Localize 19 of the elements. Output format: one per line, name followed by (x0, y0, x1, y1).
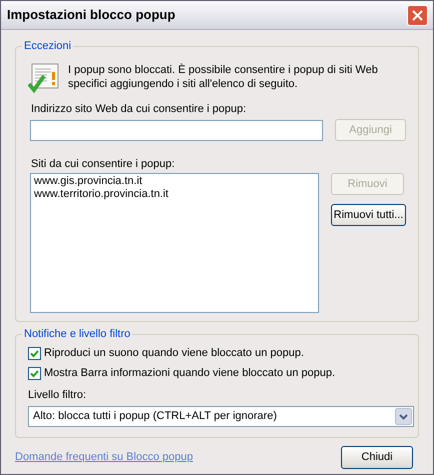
remove-all-button[interactable]: Rimuovi tutti... (331, 204, 406, 226)
site-item[interactable]: www.territorio.provincia.tn.it (34, 188, 168, 201)
sites-label: Siti da cui consentire i popup: (31, 157, 175, 171)
page-check-icon (28, 62, 60, 94)
close-dialog-button[interactable]: Chiudi (341, 446, 413, 469)
sites-list[interactable]: www.gis.provincia.tn.it www.territorio.provincia.tn.it (30, 173, 319, 313)
checkbox[interactable] (28, 366, 41, 380)
filter-dropdown[interactable]: Alto: blocca tutti i popup (CTRL+ALT per ignorare) (28, 406, 414, 427)
description-text: I popup sono bloccati. È possibile consentire i popup di siti Web specifici aggiungendo i siti all'elenco di seguito. (68, 63, 379, 92)
close-icon (412, 10, 423, 20)
checkbox[interactable] (28, 346, 41, 360)
address-field[interactable] (30, 120, 324, 140)
window-title: Impostazioni blocco popup (7, 6, 176, 24)
filter-label: Livello filtro: (28, 388, 86, 402)
address-label: Indirizzo sito Web da cui consentire i popup: (31, 102, 246, 116)
site-item[interactable]: www.gis.provincia.tn.it (34, 175, 142, 188)
checkbox-label: Riproduci un suono quando viene bloccato un popup. (44, 346, 304, 360)
close-button[interactable] (407, 4, 428, 26)
checkbox-label: Mostra Barra informazioni quando viene bloccato un popup. (44, 366, 336, 380)
